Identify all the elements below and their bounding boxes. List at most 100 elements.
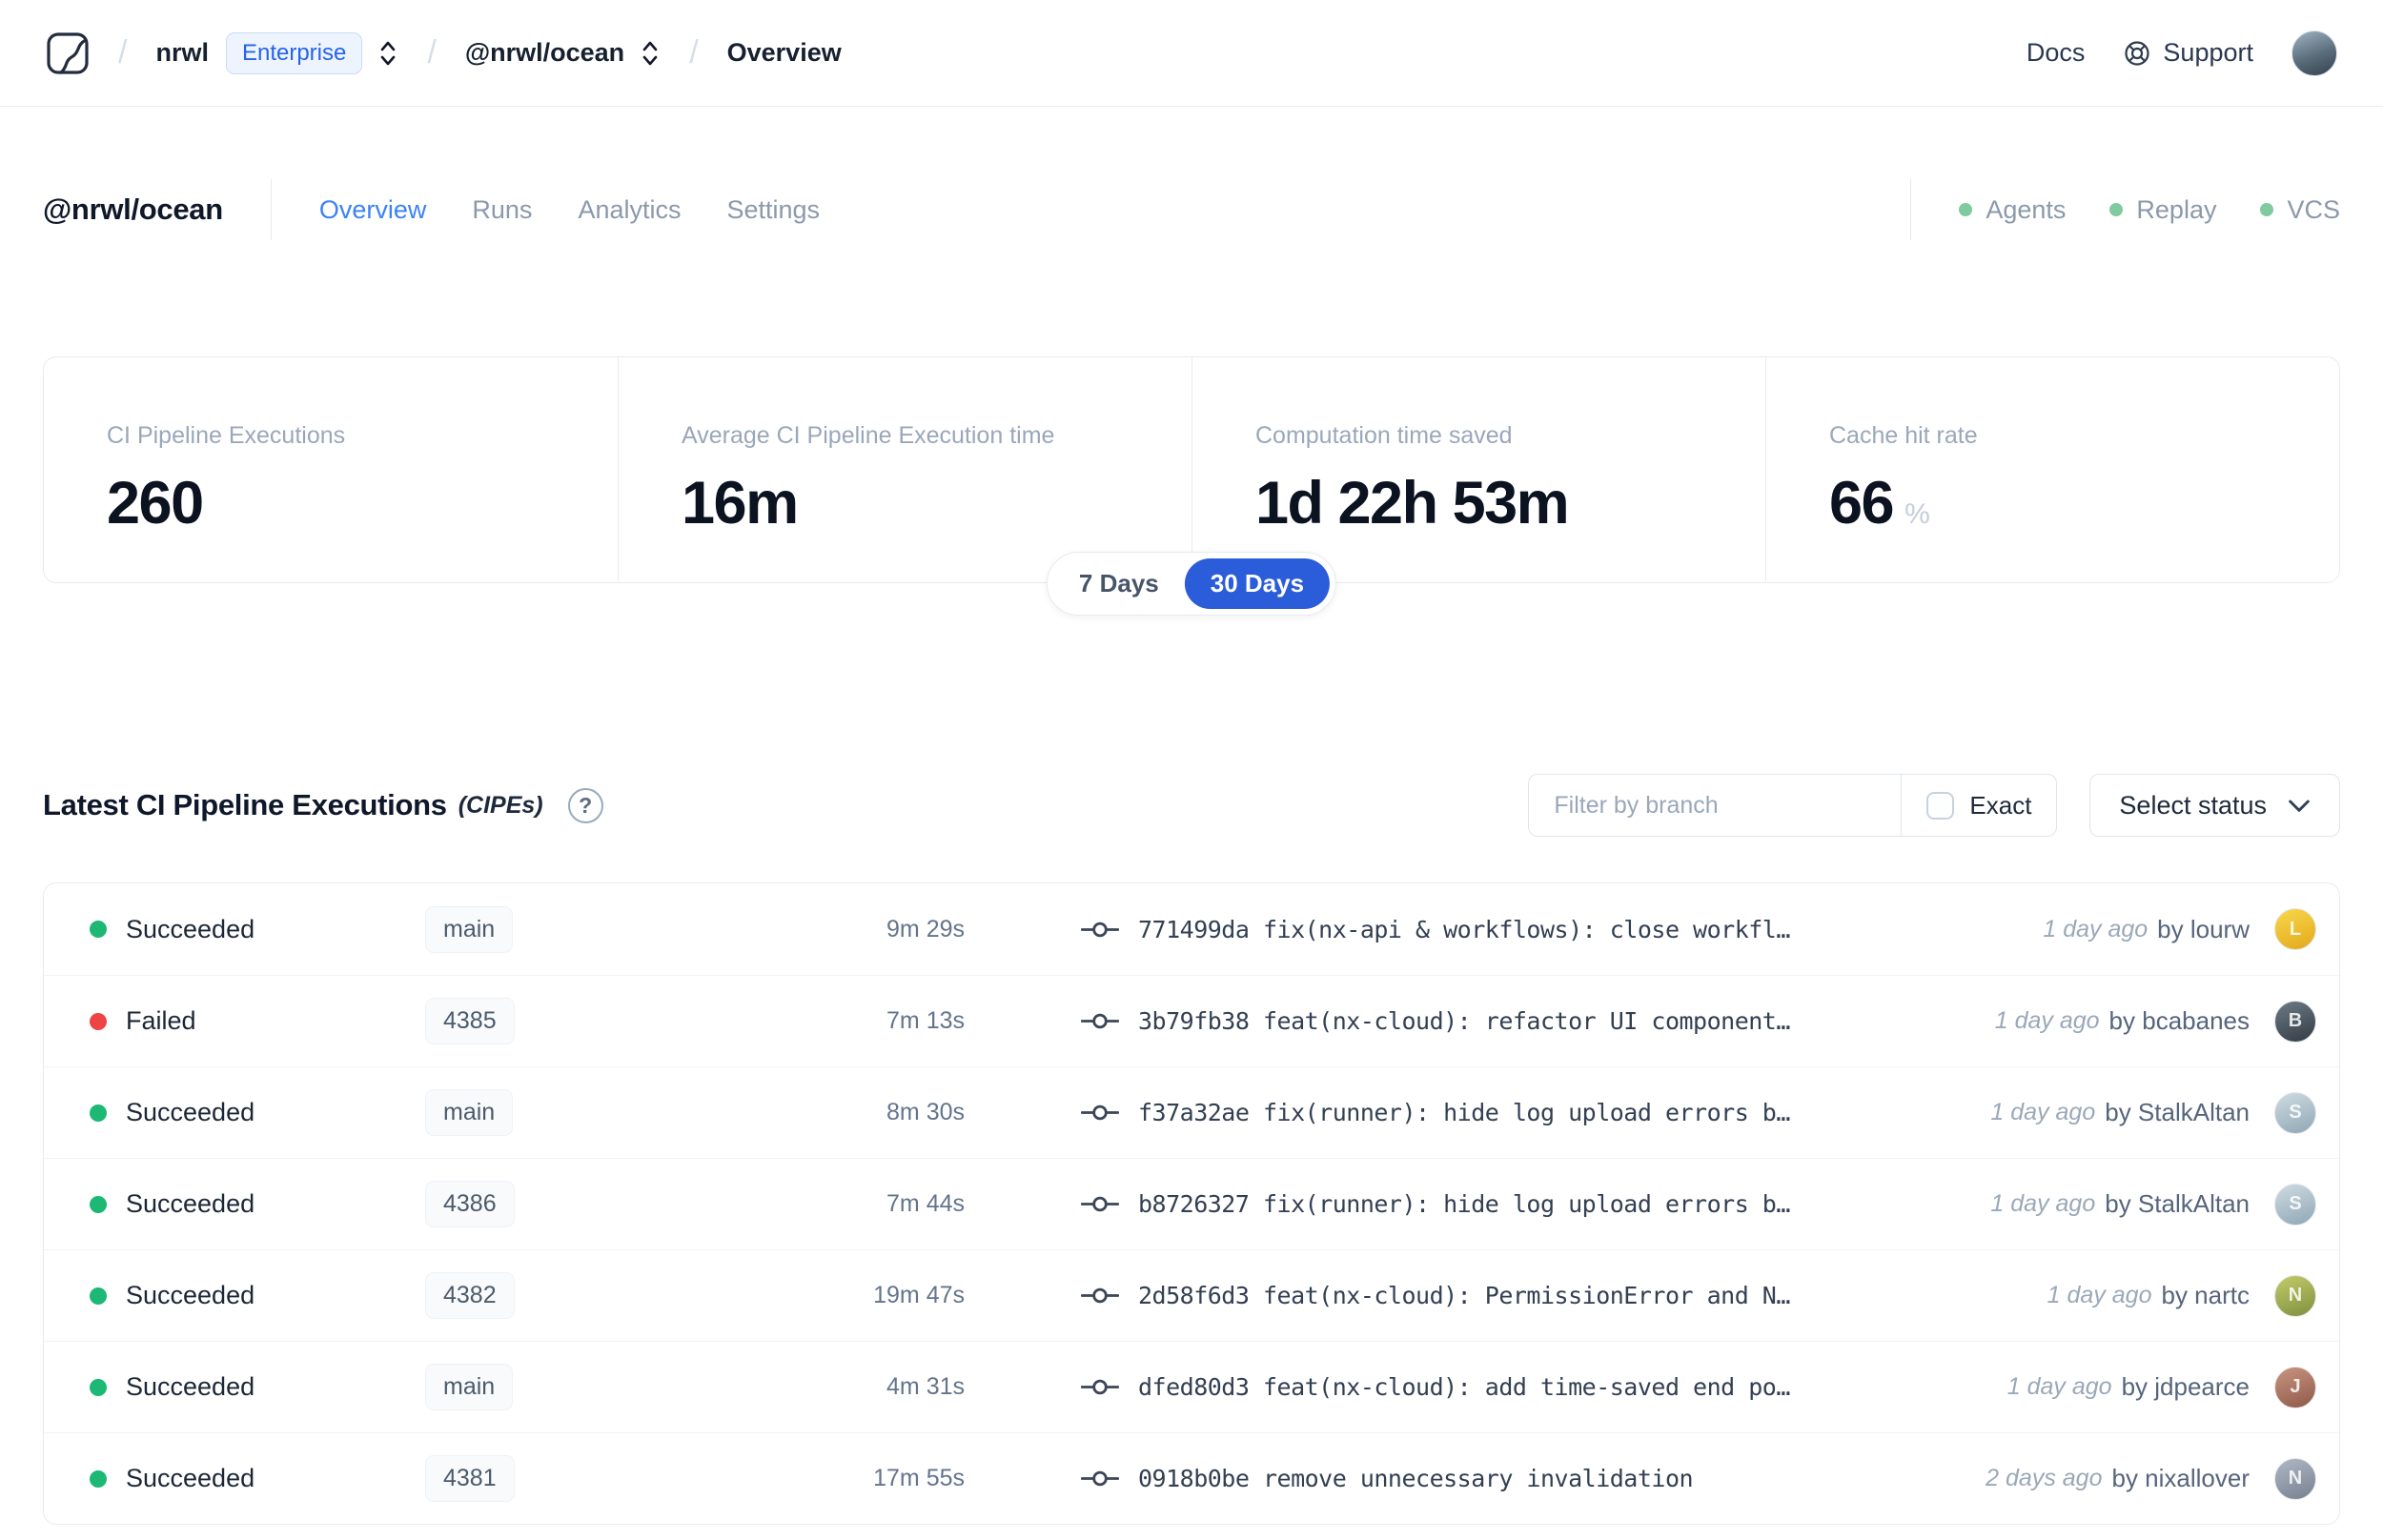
tab-analytics[interactable]: Analytics	[578, 195, 681, 225]
avatar: L	[2274, 908, 2316, 950]
time-ago: 2 days ago	[1986, 1465, 2103, 1491]
org-switcher-chevron-up-down-icon[interactable]	[377, 38, 398, 69]
commit-cell: b8726327 fix(runner): hide log upload er…	[968, 1190, 1990, 1218]
status-cell: Succeeded	[90, 1189, 425, 1219]
status-cell: Succeeded	[90, 1464, 425, 1493]
exact-toggle[interactable]: Exact	[1901, 775, 2056, 836]
status-label: Succeeded	[126, 1098, 255, 1126]
time-ago: 1 day ago	[1994, 1007, 2100, 1034]
breadcrumb: / nrwl Enterprise / @nrwl/ocean / Overvi…	[46, 31, 842, 75]
meta-cell: 1 day ago by jdpearce	[2007, 1372, 2250, 1402]
author: by jdpearce	[2121, 1372, 2250, 1401]
tab-settings[interactable]: Settings	[726, 195, 820, 225]
status-dot-icon	[90, 921, 107, 938]
branch-badge: 4385	[425, 998, 515, 1044]
avatar: B	[2274, 1000, 2316, 1043]
green-status-dot-icon	[1959, 203, 1973, 216]
tab-runs[interactable]: Runs	[472, 195, 532, 225]
breadcrumb-separator: /	[689, 34, 699, 71]
breadcrumb-separator: /	[427, 34, 437, 71]
exact-label: Exact	[1969, 790, 2032, 820]
breadcrumb-org[interactable]: nrwl	[155, 38, 209, 68]
stats-cards: CI Pipeline Executions 260 Average CI Pipe…	[43, 356, 2340, 583]
commit-message: 0918b0be remove unnecessary invalidation	[1138, 1465, 1694, 1492]
workspace-tabs: Overview Runs Analytics Settings	[319, 195, 820, 225]
commit-message: f37a32ae fix(runner): hide log upload er…	[1138, 1099, 1790, 1126]
page-title: @nrwl/ocean	[43, 192, 223, 226]
enterprise-badge: Enterprise	[225, 31, 363, 74]
git-commit-icon	[1081, 1379, 1119, 1395]
commit-cell: f37a32ae fix(runner): hide log upload er…	[968, 1099, 1990, 1126]
status-select-dropdown[interactable]: Select status	[2089, 774, 2340, 837]
branch-badge: main	[425, 905, 514, 953]
table-row[interactable]: Failed 4385 7m 13s 3b79fb38 feat(nx-cloud):…	[44, 975, 2339, 1066]
indicator-label: VCS	[2287, 194, 2340, 224]
support-link[interactable]: Support	[2123, 38, 2253, 68]
avatar: S	[2274, 1091, 2316, 1134]
status-cell: Succeeded	[90, 915, 425, 944]
branch-cell: 4386	[425, 1181, 673, 1227]
section-title-suffix: (CIPEs)	[458, 791, 543, 819]
meta-cell: 1 day ago by StalkAltan	[1990, 1098, 2250, 1127]
branch-badge: 4381	[425, 1455, 515, 1502]
author: by nartc	[2161, 1281, 2251, 1309]
branch-cell: 4385	[425, 998, 673, 1044]
git-commit-icon	[1081, 1196, 1119, 1212]
range-option-30-days[interactable]: 30 Days	[1184, 558, 1331, 609]
lifebuoy-icon	[2125, 40, 2150, 66]
indicator-label: Replay	[2136, 194, 2217, 224]
table-row[interactable]: Succeeded main 4m 31s dfed80d3 feat(nx-clou…	[44, 1341, 2339, 1432]
table-row[interactable]: Succeeded 4381 17m 55s 0918b0be remove unne…	[44, 1432, 2339, 1524]
status-select-label: Select status	[2119, 790, 2267, 820]
stat-value: 16m	[682, 470, 799, 537]
branch-badge: main	[425, 1089, 514, 1136]
branch-filter-input[interactable]	[1529, 775, 1902, 836]
section-title: Latest CI Pipeline Executions	[43, 788, 447, 821]
stat-card: Computation time saved 1d 22h 53m	[1192, 357, 1765, 582]
tab-overview[interactable]: Overview	[319, 195, 427, 225]
table-row[interactable]: Succeeded main 8m 30s f37a32ae fix(runner):…	[44, 1066, 2339, 1158]
range-option-7-days[interactable]: 7 Days	[1053, 558, 1185, 609]
commit-cell: 3b79fb38 feat(nx-cloud): refactor UI com…	[968, 1007, 1995, 1035]
workspace-header: @nrwl/ocean Overview Runs Analytics Setting…	[43, 175, 2340, 244]
status-indicators: Agents Replay VCS	[1910, 179, 2340, 240]
breadcrumb-page: Overview	[726, 38, 842, 67]
meta-cell: 1 day ago by bcabanes	[1995, 1006, 2250, 1036]
time-ago: 1 day ago	[2043, 915, 2149, 942]
exact-checkbox[interactable]	[1926, 791, 1955, 820]
meta-cell: 1 day ago by StalkAltan	[1990, 1189, 2250, 1219]
commit-cell: dfed80d3 feat(nx-cloud): add time-saved …	[968, 1373, 2007, 1401]
status-cell: Succeeded	[90, 1372, 425, 1402]
time-ago: 1 day ago	[2006, 1373, 2112, 1400]
indicator-vcs[interactable]: VCS	[2260, 195, 2340, 225]
status-dot-icon	[90, 1195, 107, 1213]
branch-cell: main	[425, 1364, 673, 1410]
git-commit-icon	[1081, 1470, 1119, 1487]
status-cell: Failed	[90, 1006, 425, 1036]
status-label: Succeeded	[126, 1281, 255, 1309]
git-commit-icon	[1081, 1104, 1119, 1121]
docs-link[interactable]: Docs	[2027, 38, 2086, 68]
indicator-agents[interactable]: Agents	[1959, 195, 2066, 225]
cipe-section-header: Latest CI Pipeline Executions (CIPEs) ? …	[43, 774, 2340, 837]
table-row[interactable]: Succeeded 4382 19m 47s 2d58f6d3 feat(nx-clo…	[44, 1249, 2339, 1341]
stat-card: CI Pipeline Executions 260	[44, 357, 618, 582]
branch-cell: main	[425, 1089, 673, 1136]
meta-cell: 1 day ago by nartc	[2047, 1281, 2250, 1310]
table-row[interactable]: Succeeded main 9m 29s 771499da fix(nx-api &…	[44, 883, 2339, 975]
indicator-replay[interactable]: Replay	[2109, 195, 2216, 225]
stat-suffix: %	[1904, 498, 1930, 530]
help-icon[interactable]: ?	[567, 787, 603, 823]
green-status-dot-icon	[2260, 203, 2274, 216]
breadcrumb-workspace[interactable]: @nrwl/ocean	[465, 38, 624, 68]
branch-badge: 4382	[425, 1272, 515, 1319]
author: by lourw	[2157, 914, 2250, 943]
status-label: Succeeded	[126, 914, 255, 943]
stat-label: CI Pipeline Executions	[107, 422, 346, 449]
table-row[interactable]: Succeeded 4386 7m 44s b8726327 fix(runner):…	[44, 1158, 2339, 1249]
user-avatar[interactable]	[2291, 30, 2337, 76]
stat-value: 1d 22h 53m	[1255, 470, 1570, 537]
workspace-switcher-chevron-up-down-icon[interactable]	[640, 38, 661, 69]
nx-cloud-logo-icon[interactable]	[46, 31, 90, 75]
git-commit-icon	[1081, 1287, 1119, 1304]
